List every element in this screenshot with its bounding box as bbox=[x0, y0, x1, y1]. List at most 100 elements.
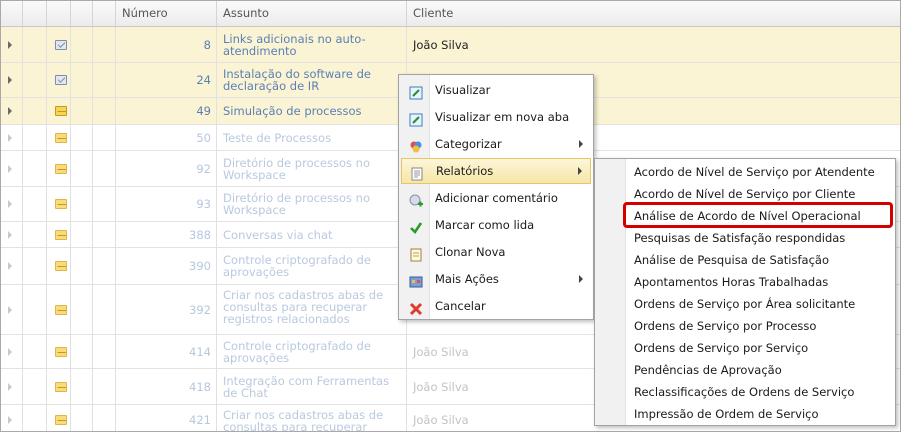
menu-item-marcar-como-lida[interactable]: Marcar como lida bbox=[401, 212, 591, 238]
ticket-number[interactable]: 390 bbox=[119, 259, 211, 273]
report-item[interactable]: Ordens de Serviço por Serviço bbox=[625, 337, 893, 359]
menu-item-categorizar[interactable]: Categorizar bbox=[401, 131, 591, 157]
report-item[interactable]: Ordens de Serviço por Área solicitante bbox=[625, 293, 893, 315]
header-cliente[interactable]: Cliente bbox=[407, 1, 900, 26]
menu-item-visualizar-em-nova-aba[interactable]: Visualizar em nova aba bbox=[401, 104, 591, 130]
reports-submenu: Acordo de Nível de Serviço por Atendente… bbox=[594, 158, 896, 426]
grid-cell-divider bbox=[92, 222, 93, 247]
grid-cell-divider bbox=[70, 98, 71, 124]
ticket-subject-link[interactable]: Instalação do software de declaração de … bbox=[223, 68, 405, 92]
grid-cell-divider bbox=[46, 125, 47, 150]
ticket-subject-link[interactable]: Diretório de processos no Workspace bbox=[223, 157, 405, 181]
menu-item-label: Mais Ações bbox=[435, 272, 499, 286]
menu-item-label: Marcar como lida bbox=[435, 218, 535, 232]
grid-cell-divider bbox=[115, 98, 116, 124]
grid-cell-divider bbox=[216, 248, 217, 284]
ticket-subject-link[interactable]: Conversas via chat bbox=[223, 229, 405, 241]
menu-item-visualizar[interactable]: Visualizar bbox=[401, 77, 591, 103]
envelope-closed-icon bbox=[55, 229, 67, 240]
menu-item-label: Adicionar comentário bbox=[435, 191, 558, 205]
ticket-subject-link[interactable]: Criar nos cadastros abas de consultas pa… bbox=[223, 409, 405, 431]
header-assunto[interactable]: Assunto bbox=[217, 1, 407, 26]
grid-cell-divider bbox=[92, 285, 93, 334]
header-status-col[interactable] bbox=[47, 1, 71, 26]
ticket-number[interactable]: 8 bbox=[119, 38, 211, 52]
ticket-number[interactable]: 92 bbox=[119, 162, 211, 176]
expand-arrow-icon[interactable] bbox=[8, 415, 12, 424]
ticket-number[interactable]: 24 bbox=[119, 73, 211, 87]
expand-arrow-icon[interactable] bbox=[8, 262, 12, 270]
menu-item-label: Categorizar bbox=[435, 137, 502, 151]
ticket-subject-link[interactable]: Teste de Processos bbox=[223, 132, 405, 144]
grid-cell-divider bbox=[216, 27, 217, 62]
grid-cell-divider bbox=[92, 63, 93, 97]
ticket-number[interactable]: 418 bbox=[119, 380, 211, 394]
menu-item-cancelar[interactable]: Cancelar bbox=[401, 293, 591, 319]
report-item[interactable]: Apontamentos Horas Trabalhadas bbox=[625, 271, 893, 293]
expand-arrow-icon[interactable] bbox=[8, 382, 12, 391]
view-new-tab-icon bbox=[409, 110, 423, 127]
expand-arrow-icon[interactable] bbox=[8, 200, 12, 208]
ticket-subject-link[interactable]: Controle criptografado de aprovações bbox=[223, 340, 405, 364]
report-item[interactable]: Pesquisas de Satisfação respondidas bbox=[625, 227, 893, 249]
header-col-5[interactable] bbox=[93, 1, 116, 26]
menu-item-mais-acoes[interactable]: Mais Ações bbox=[401, 266, 591, 292]
grid-cell-divider bbox=[70, 151, 71, 186]
ticket-subject-link[interactable]: Links adicionais no auto-atendimento bbox=[223, 33, 405, 57]
ticket-number[interactable]: 93 bbox=[119, 197, 211, 211]
grid-cell-divider bbox=[46, 151, 47, 186]
grid-cell-divider bbox=[22, 63, 23, 97]
header-col-4[interactable] bbox=[71, 1, 93, 26]
expand-arrow-icon[interactable] bbox=[8, 347, 12, 356]
menu-item-clonar-nova[interactable]: Clonar Nova bbox=[401, 239, 591, 265]
expand-arrow-icon[interactable] bbox=[8, 76, 12, 84]
ticket-subject-link[interactable]: Diretório de processos no Workspace bbox=[223, 192, 405, 216]
grid-cell-divider bbox=[406, 335, 407, 368]
report-item[interactable]: Pendências de Aprovação bbox=[625, 359, 893, 381]
expand-arrow-icon[interactable] bbox=[8, 107, 12, 115]
expand-arrow-icon[interactable] bbox=[8, 230, 12, 239]
grid-cell-divider bbox=[216, 98, 217, 124]
ticket-subject-link[interactable]: Controle criptografado de aprovações bbox=[223, 254, 405, 278]
ticket-number[interactable]: 49 bbox=[119, 104, 211, 118]
submenu-arrow-icon bbox=[579, 275, 583, 283]
header-col-2[interactable] bbox=[23, 1, 47, 26]
report-item[interactable]: Reclassificações de Ordens de Serviço bbox=[625, 381, 893, 403]
envelope-closed-icon bbox=[55, 414, 67, 425]
grid-cell-divider bbox=[92, 405, 93, 431]
grid-header: Número Assunto Cliente bbox=[1, 1, 900, 27]
report-item[interactable]: Acordo de Nível de Serviço por Atendente bbox=[625, 161, 893, 183]
report-item[interactable]: Análise de Pesquisa de Satisfação bbox=[625, 249, 893, 271]
grid-cell-divider bbox=[92, 187, 93, 221]
header-expand-col[interactable] bbox=[1, 1, 23, 26]
clone-icon bbox=[409, 245, 423, 262]
ticket-client: João Silva bbox=[413, 37, 469, 52]
menu-item-adicionar-comentario[interactable]: Adicionar comentário bbox=[401, 185, 591, 211]
grid-cell-divider bbox=[70, 125, 71, 150]
expand-arrow-icon[interactable] bbox=[8, 133, 12, 142]
ticket-number[interactable]: 388 bbox=[119, 228, 211, 242]
expand-arrow-icon[interactable] bbox=[8, 305, 12, 314]
ticket-subject-link[interactable]: Criar nos cadastros abas de consultas pa… bbox=[223, 289, 405, 325]
expand-arrow-icon[interactable] bbox=[8, 40, 12, 49]
grid-cell-divider bbox=[115, 405, 116, 431]
submenu-arrow-icon bbox=[579, 140, 583, 148]
grid-cell-divider bbox=[70, 405, 71, 431]
grid-cell-divider bbox=[115, 222, 116, 247]
report-item[interactable]: Ordens de Serviço por Processo bbox=[625, 315, 893, 337]
ticket-subject-link[interactable]: Simulação de processos bbox=[223, 105, 405, 117]
ticket-number[interactable]: 421 bbox=[119, 413, 211, 427]
ticket-number[interactable]: 392 bbox=[119, 303, 211, 317]
report-item[interactable]: Impressão de Ordem de Serviço bbox=[625, 403, 893, 425]
expand-arrow-icon[interactable] bbox=[8, 164, 12, 173]
menu-item-relatorios[interactable]: Relatórios bbox=[401, 158, 591, 184]
envelope-closed-icon bbox=[55, 132, 67, 143]
grid-cell-divider bbox=[216, 285, 217, 334]
ticket-number[interactable]: 50 bbox=[119, 131, 211, 145]
ticket-number[interactable]: 414 bbox=[119, 345, 211, 359]
ticket-subject-link[interactable]: Integração com Ferramentas de Chat bbox=[223, 375, 405, 399]
menu-item-label: Relatórios bbox=[436, 164, 494, 178]
header-numero[interactable]: Número bbox=[116, 1, 217, 26]
grid-cell-divider bbox=[46, 27, 47, 62]
table-row[interactable]: 8 Links adicionais no auto-atendimento Joã… bbox=[1, 27, 900, 63]
